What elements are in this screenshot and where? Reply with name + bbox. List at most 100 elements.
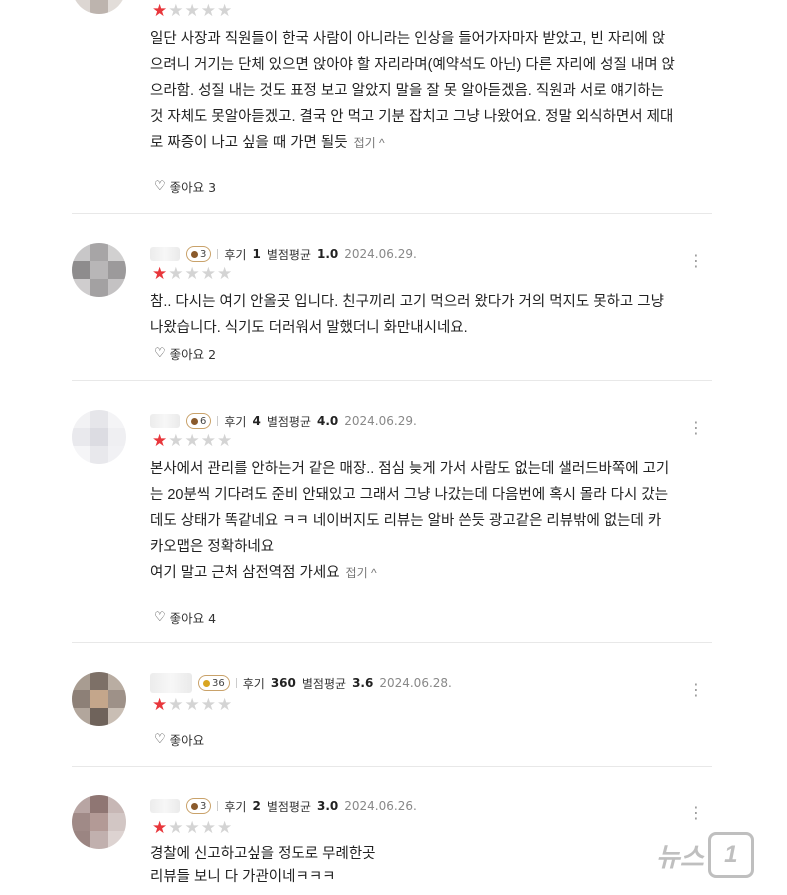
- review-count: 360: [270, 676, 296, 690]
- review-line: 으라함. 성질 내는 것도 표정 보고 알았지 말을 잘 못 알아듣겠음. 직원…: [150, 83, 664, 99]
- like-button[interactable]: ♡ 좋아요: [154, 730, 204, 749]
- level-icon: [191, 250, 198, 258]
- fold-toggle[interactable]: 접기 ^: [354, 136, 385, 150]
- review-line: 나왔습니다. 식기도 더러워서 말했더니 화만내시네요.: [150, 320, 468, 336]
- star-icon: ★: [217, 1, 233, 21]
- nickname[interactable]: [150, 799, 180, 813]
- review-date: 2024.06.29.: [344, 414, 417, 428]
- review-line: 것 자체도 못알아듣겠고. 결국 안 먹고 기분 잡치고 그냥 나왔어요. 정말…: [150, 109, 674, 125]
- nickname[interactable]: [150, 673, 192, 693]
- star-icon: ★: [184, 431, 200, 451]
- watermark-badge: 1: [707, 832, 754, 878]
- star-icon: ★: [184, 695, 200, 715]
- avg-rating: 3.0: [317, 799, 339, 813]
- review-item: 3 후기 2 별점평균 3.0 2024.06.26. ⋮ ★ ★ ★ ★ ★ …: [72, 795, 712, 895]
- avatar[interactable]: [72, 410, 126, 464]
- like-button[interactable]: ♡ 좋아요 4: [154, 608, 216, 627]
- star-icon: ★: [184, 264, 200, 284]
- divider: [72, 766, 712, 767]
- review-count: 2: [252, 799, 261, 813]
- level-badge: 3: [186, 246, 212, 262]
- star-rating: ★ ★ ★ ★ ★: [152, 432, 232, 450]
- level-icon: [203, 679, 210, 687]
- like-button[interactable]: ♡ 좋아요 2: [154, 344, 216, 363]
- more-options-icon[interactable]: ⋮: [688, 253, 704, 269]
- review-meta: 6 후기 4 별점평균 4.0 2024.06.29.: [150, 410, 417, 432]
- nickname[interactable]: [150, 247, 180, 261]
- heart-icon: ♡: [154, 610, 166, 625]
- star-rating: ★ ★ ★ ★ ★: [152, 696, 232, 714]
- star-icon: ★: [168, 264, 184, 284]
- review-line: 본사에서 관리를 안하는거 같은 매장.. 점심 늦게 가서 사람도 없는데 샐…: [150, 461, 670, 477]
- review-count: 1: [252, 247, 261, 261]
- avg-rating-label: 별점평균: [266, 414, 311, 429]
- review-line: 는 20분씩 기다려도 준비 안돼있고 그래서 그냥 나갔는데 다음번에 혹시 …: [150, 487, 669, 503]
- more-options-icon[interactable]: ⋮: [688, 420, 704, 436]
- avatar[interactable]: [72, 243, 126, 297]
- star-icon: ★: [152, 264, 168, 284]
- nickname[interactable]: [150, 414, 180, 428]
- review-line: 데도 상태가 똑같네요 ㅋㅋ 네이버지도 리뷰는 알바 쓴듯 광고같은 리뷰밖에…: [150, 513, 662, 529]
- review-line: 로 짜증이 나고 싶을 때 가면 될듯 접기 ^: [150, 135, 385, 151]
- level-icon: [191, 417, 198, 425]
- star-rating: ★ ★ ★ ★ ★: [152, 265, 232, 283]
- review-line: 여기 말고 근처 삼전역점 가세요 접기 ^: [150, 565, 377, 581]
- like-count: 좋아요 3: [169, 180, 217, 195]
- star-icon: ★: [200, 818, 216, 838]
- watermark-text: 뉴스: [656, 841, 704, 872]
- star-icon: ★: [152, 431, 168, 451]
- level-badge: 6: [186, 413, 212, 429]
- star-icon: ★: [152, 695, 168, 715]
- review-text: 참.. 다시는 여기 안올곳 입니다. 친구끼리 고기 먹으러 왔다가 거의 먹…: [150, 289, 710, 341]
- heart-icon: ♡: [154, 179, 166, 194]
- star-icon: ★: [217, 818, 233, 838]
- news1-watermark: 뉴스 1: [656, 832, 754, 878]
- review-date: 2024.06.26.: [344, 799, 417, 813]
- review-count-label: 후기: [242, 676, 265, 691]
- review-item: ★ ★ ★ ★ ★ 일단 사장과 직원들이 한국 사람이 아니라는 인상을 들어…: [72, 0, 712, 210]
- star-icon: ★: [200, 695, 216, 715]
- separator: [217, 416, 219, 426]
- star-icon: ★: [168, 818, 184, 838]
- like-count: 좋아요: [169, 733, 205, 748]
- review-line: 으려니 거기는 단체 있으면 앉아야 할 자리라며(예약석도 아닌) 다른 자리…: [150, 57, 675, 73]
- avg-rating: 1.0: [317, 247, 339, 261]
- avatar[interactable]: [72, 0, 126, 14]
- divider: [72, 213, 712, 214]
- separator: [217, 249, 219, 259]
- divider: [72, 380, 712, 381]
- star-icon: ★: [217, 695, 233, 715]
- star-icon: ★: [200, 1, 216, 21]
- star-icon: ★: [152, 818, 168, 838]
- avg-rating-label: 별점평균: [301, 676, 347, 691]
- review-item: 3 후기 1 별점평균 1.0 2024.06.29. ⋮ ★ ★ ★ ★ ★ …: [72, 243, 712, 373]
- review-text: 경찰에 신고하고싶을 정도로 무례한곳 리뷰들 보니 다 가관이네ㅋㅋㅋ: [150, 843, 710, 889]
- avg-rating: 4.0: [317, 414, 339, 428]
- level-icon: [191, 802, 198, 810]
- like-count: 좋아요 4: [169, 611, 217, 626]
- level-badge: 36: [198, 675, 230, 691]
- star-icon: ★: [184, 818, 200, 838]
- avatar[interactable]: [72, 672, 126, 726]
- level-badge: 3: [186, 798, 212, 814]
- star-icon: ★: [152, 1, 168, 21]
- heart-icon: ♡: [154, 732, 166, 747]
- review-meta: 3 후기 1 별점평균 1.0 2024.06.29.: [150, 243, 417, 265]
- like-button[interactable]: ♡ 좋아요 3: [154, 177, 216, 196]
- divider: [72, 642, 712, 643]
- heart-icon: ♡: [154, 346, 166, 361]
- review-meta: 3 후기 2 별점평균 3.0 2024.06.26.: [150, 795, 417, 817]
- fold-toggle[interactable]: 접기 ^: [346, 566, 377, 580]
- star-icon: ★: [200, 264, 216, 284]
- more-options-icon[interactable]: ⋮: [688, 805, 704, 821]
- avg-rating: 3.6: [352, 676, 374, 690]
- review-text: 일단 사장과 직원들이 한국 사람이 아니라는 인상을 들어가자마자 받았고, …: [150, 26, 710, 156]
- review-item: 6 후기 4 별점평균 4.0 2024.06.29. ⋮ ★ ★ ★ ★ ★ …: [72, 410, 712, 630]
- more-options-icon[interactable]: ⋮: [688, 682, 704, 698]
- star-icon: ★: [217, 264, 233, 284]
- review-count: 4: [252, 414, 261, 428]
- avatar[interactable]: [72, 795, 126, 849]
- star-icon: ★: [168, 1, 184, 21]
- star-icon: ★: [168, 695, 184, 715]
- review-count-label: 후기: [224, 414, 247, 429]
